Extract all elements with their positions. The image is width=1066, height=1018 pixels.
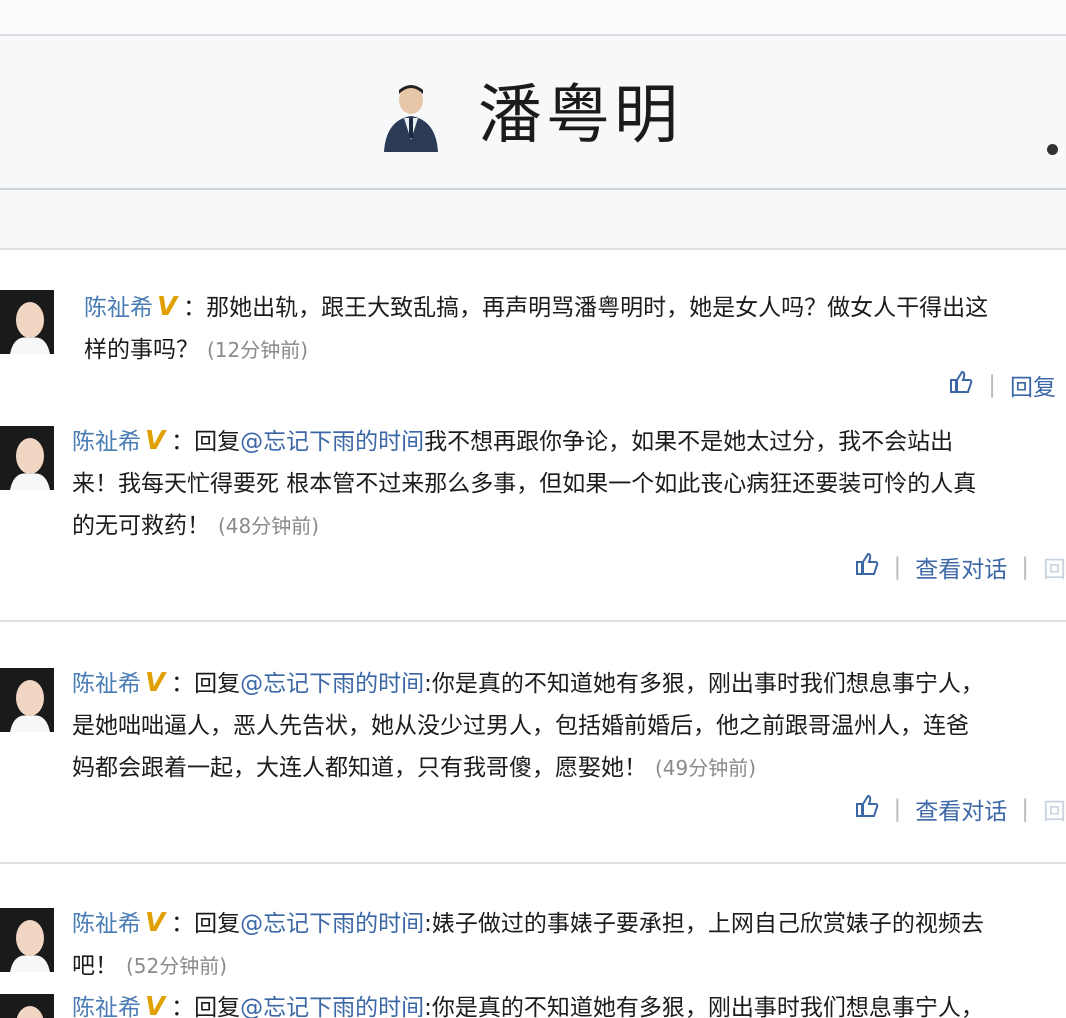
comment-item: 陈祉希 V ：那她出轨，跟王大致乱搞，再声明骂潘粤明时，她是女人吗？做女人干得出这 … — [0, 278, 1066, 418]
reply-prefix: ：回复 — [171, 995, 241, 1018]
comment-line: 陈祉希 V ：回复@忘记下雨的时间:你是真的不知道她有多狠，刚出事时我们想息事宁人， — [72, 662, 1066, 705]
comment-timestamp: (52分钟前) — [126, 954, 228, 978]
reply-prefix: ：回复 — [171, 911, 241, 937]
woman-avatar-icon — [0, 908, 54, 972]
profile-header: 潘粤明 — [0, 36, 1066, 190]
commenter-avatar[interactable] — [0, 290, 54, 354]
commenter-name[interactable]: 陈祉希 — [84, 295, 153, 321]
comment-divider — [0, 620, 1066, 622]
comment-item: 陈祉希 V ：回复@忘记下雨的时间:你是真的不知道她有多狠，刚出事时我们想息事宁人，… — [0, 660, 1066, 850]
comment-timestamp: (48分钟前) — [218, 514, 320, 538]
comment-line: 陈祉希 V ：回复@忘记下雨的时间:你是真的不知道她有多狠，刚出事时我们想息事宁人， — [72, 990, 1066, 1018]
comment-text: 来！我每天忙得要死 根本管不过来那么多事，但如果一个如此丧心病狂还要装可怜的人真 — [72, 471, 977, 497]
comment-item: 陈祉希 V ：回复@忘记下雨的时间:婊子做过的事婊子要承担，上网自己欣赏婊子的视频去… — [0, 900, 1066, 990]
comment-text: 是她咄咄逼人，恶人先告状，她从没少过男人，包括婚前婚后，他之前跟哥温州人，连爸 — [72, 713, 969, 739]
comment-text: :你是真的不知道她有多狠，刚出事时我们想息事宁人， — [424, 671, 984, 697]
section-band — [0, 190, 1066, 250]
comment-line: 吧！ (52分钟前) — [72, 945, 1066, 987]
comment-timestamp: (12分钟前) — [207, 338, 309, 362]
woman-avatar-icon — [0, 426, 54, 490]
comment-actions: | 查看对话 | 回 — [854, 550, 1066, 584]
commenter-name[interactable]: 陈祉希 — [72, 911, 141, 937]
woman-avatar-icon — [0, 668, 54, 732]
mention-link[interactable]: @忘记下雨的时间 — [240, 995, 424, 1018]
comment-line: 妈都会跟着一起，大连人都知道，只有我哥傻，愿娶她！ (49分钟前) — [72, 747, 1066, 789]
comment-line: 是她咄咄逼人，恶人先告状，她从没少过男人，包括婚前婚后，他之前跟哥温州人，连爸 — [72, 705, 1066, 747]
woman-avatar-icon — [0, 290, 54, 354]
commenter-avatar[interactable] — [0, 994, 54, 1018]
action-separator: | — [1021, 796, 1029, 822]
verified-v-icon: V — [157, 292, 178, 322]
action-separator: | — [893, 796, 902, 822]
comment-line: 陈祉希 V ：回复@忘记下雨的时间我不想再跟你争论，如果不是她太过分，我不会站出 — [72, 420, 1066, 463]
comment-actions: | 查看对话 | 回 — [854, 792, 1066, 826]
commenter-avatar[interactable] — [0, 908, 54, 972]
comment-item: 陈祉希 V ：回复@忘记下雨的时间:你是真的不知道她有多狠，刚出事时我们想息事宁人， — [0, 990, 1066, 1018]
comment-line: 的无可救药！ (48分钟前) — [72, 505, 1066, 547]
commenter-name[interactable]: 陈祉希 — [72, 995, 141, 1018]
mention-link[interactable]: @忘记下雨的时间 — [240, 911, 424, 937]
verified-v-icon: V — [145, 426, 166, 456]
comment-timestamp: (49分钟前) — [655, 756, 757, 780]
comment-line: 样的事吗？ (12分钟前) — [84, 329, 1066, 371]
comment-item: 陈祉希 V ：回复@忘记下雨的时间我不想再跟你争论，如果不是她太过分，我不会站出 来… — [0, 418, 1066, 608]
comment-text: :你是真的不知道她有多狠，刚出事时我们想息事宁人， — [424, 995, 984, 1018]
mention-link[interactable]: @忘记下雨的时间 — [240, 671, 424, 697]
reply-link[interactable]: 回复 — [1010, 368, 1056, 402]
commenter-avatar[interactable] — [0, 426, 54, 490]
comment-text: 妈都会跟着一起，大连人都知道，只有我哥傻，愿娶她！ — [72, 755, 647, 781]
thumbs-up-icon[interactable] — [854, 793, 880, 825]
woman-avatar-icon — [0, 994, 54, 1018]
reply-link[interactable]: 回 — [1043, 792, 1066, 826]
reply-prefix: ：回复 — [171, 671, 241, 697]
comment-line: 来！我每天忙得要死 根本管不过来那么多事，但如果一个如此丧心病狂还要装可怜的人真 — [72, 463, 1066, 505]
action-separator: | — [893, 554, 902, 580]
comment-text: 我不想再跟你争论，如果不是她太过分，我不会站出 — [424, 429, 954, 455]
reply-link[interactable]: 回 — [1043, 550, 1066, 584]
verified-v-icon: V — [145, 992, 166, 1018]
thumbs-up-icon[interactable] — [948, 369, 974, 401]
verified-v-icon: V — [145, 668, 166, 698]
view-conversation-link[interactable]: 查看对话 — [915, 550, 1007, 584]
thumbs-up-icon[interactable] — [854, 551, 880, 583]
comment-line: 陈祉希 V ：回复@忘记下雨的时间:婊子做过的事婊子要承担，上网自己欣赏婊子的视频去 — [72, 902, 1066, 945]
mention-link[interactable]: @忘记下雨的时间 — [240, 429, 424, 455]
comment-divider — [0, 862, 1066, 864]
comment-actions: | 回复 — [948, 368, 1056, 402]
commenter-name[interactable]: 陈祉希 — [72, 429, 141, 455]
comment-text: 的无可救药！ — [72, 513, 210, 539]
verified-v-icon: V — [145, 908, 166, 938]
reply-prefix: ：回复 — [171, 429, 241, 455]
comment-text: 样的事吗？ — [84, 337, 199, 363]
more-dot-icon[interactable] — [1047, 144, 1058, 155]
person-avatar-icon — [384, 85, 438, 152]
comment-text: :婊子做过的事婊子要承担，上网自己欣赏婊子的视频去 — [424, 911, 984, 937]
comment-text: ：那她出轨，跟王大致乱搞，再声明骂潘粤明时，她是女人吗？做女人干得出这 — [183, 295, 989, 321]
action-separator: | — [1021, 554, 1029, 580]
comment-text: 吧！ — [72, 953, 118, 979]
commenter-name[interactable]: 陈祉希 — [72, 671, 141, 697]
commenter-avatar[interactable] — [0, 668, 54, 732]
top-strip — [0, 0, 1066, 36]
profile-avatar[interactable] — [380, 80, 442, 152]
comment-line: 陈祉希 V ：那她出轨，跟王大致乱搞，再声明骂潘粤明时，她是女人吗？做女人干得出这 — [84, 286, 1066, 329]
profile-name: 潘粤明 — [478, 79, 682, 153]
action-separator: | — [988, 372, 996, 398]
view-conversation-link[interactable]: 查看对话 — [915, 792, 1007, 826]
